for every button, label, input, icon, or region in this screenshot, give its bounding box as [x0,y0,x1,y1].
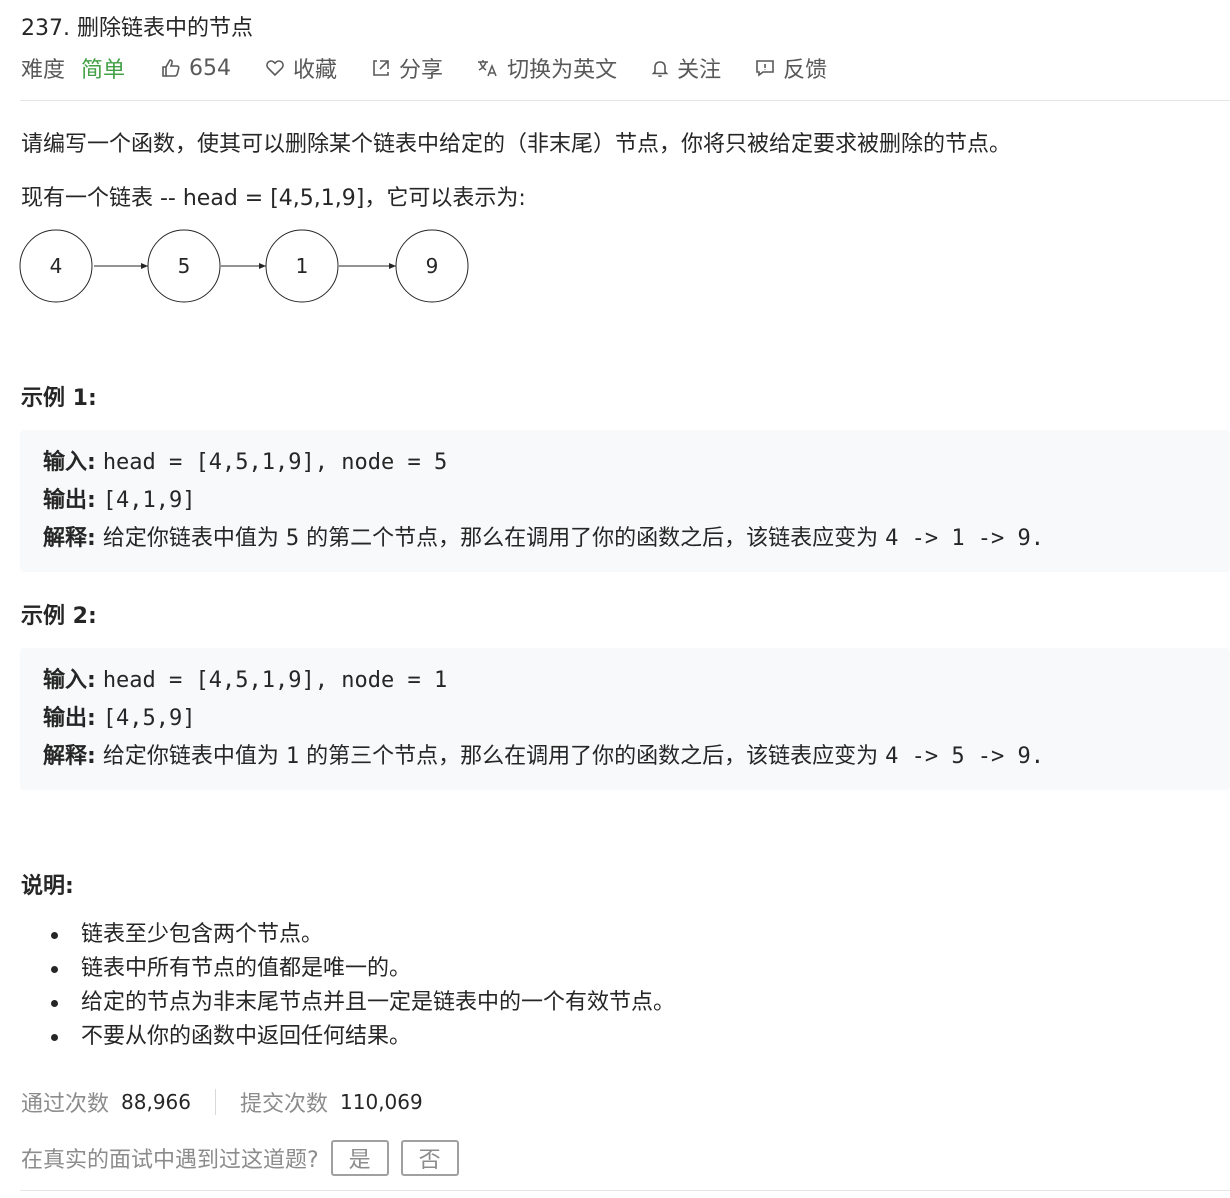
example-1-block: 输入: head = [4,5,1,9], node = 5 输出: [4,1,… [20,430,1230,572]
translate-icon [478,60,497,77]
explanation-value: 5 [285,526,300,551]
example-explanation-line: 解释: 给定你链表中值为 5 的第二个节点，那么在调用了你的函数之后，该链表应变… [43,520,1230,558]
switch-language-label: 切换为英文 [507,58,618,83]
interview-question-text: 在真实的面试中遇到过这道题? [21,1148,319,1173]
explanation-result: 4 -> 5 -> 9. [885,744,1045,769]
input-value: head = [4,5,1,9], node = 1 [102,668,448,693]
input-label: 输入: [43,450,96,475]
submitted-count: 110,069 [340,1090,423,1114]
interview-question: 在真实的面试中遇到过这道题? 是 否 [21,1140,459,1176]
explanation-text: 的第二个节点，那么在调用了你的函数之后，该链表应变为 [306,526,879,551]
explanation-result: 4 -> 1 -> 9. [885,526,1045,551]
example-2-block: 输入: head = [4,5,1,9], node = 1 输出: [4,5,… [20,648,1230,790]
input-value: head = [4,5,1,9], node = 5 [102,450,448,475]
notes-list: 链表至少包含两个节点。 链表中所有节点的值都是唯一的。 给定的节点为非末尾节点并… [21,918,675,1054]
explanation-text: 给定你链表中值为 [102,744,279,769]
example-input-line: 输入: head = [4,5,1,9], node = 1 [43,662,1230,700]
list-intro: 现有一个链表 -- head = [4,5,1,9]，它可以表示为: [21,186,526,211]
explanation-text: 的第三个节点，那么在调用了你的函数之后，该链表应变为 [306,744,879,769]
list-node-value: 4 [50,254,63,278]
example-input-line: 输入: head = [4,5,1,9], node = 5 [43,444,1230,482]
follow-button[interactable]: 关注 [651,52,721,84]
problem-title: 237. 删除链表中的节点 [21,16,253,41]
favorite-button[interactable]: 收藏 [265,52,337,84]
explanation-text: 给定你链表中值为 [102,526,279,551]
problem-toolbar: 难度 简单 654 收藏 分享 切换为英文 关注 反馈 [21,52,861,84]
example-output-line: 输出: [4,1,9] [43,482,1230,520]
like-count: 654 [189,55,232,81]
explanation-label: 解释: [43,744,96,769]
submission-stats: 通过次数 88,966 提交次数 110,069 [21,1086,423,1118]
thumbs-up-icon [162,59,180,77]
problem-description: 请编写一个函数，使其可以删除某个链表中给定的（非末尾）节点，你将只被给定要求被删… [21,132,1012,157]
difficulty-badge: 简单 [81,58,126,83]
feedback-button[interactable]: 反馈 [755,52,827,84]
output-value: [4,5,9] [102,706,196,731]
list-node-value: 5 [178,254,191,278]
submitted-label: 提交次数 [240,1092,329,1117]
share-button[interactable]: 分享 [371,52,443,84]
heart-icon [266,60,284,77]
output-label: 输出: [43,488,96,513]
favorite-label: 收藏 [293,58,338,83]
example-output-line: 输出: [4,5,9] [43,700,1230,738]
example-1-heading: 示例 1: [21,386,97,411]
feedback-icon [756,60,774,77]
list-item: 链表中所有节点的值都是唯一的。 [21,952,675,986]
explanation-label: 解释: [43,526,96,551]
linked-list-diagram: 4 5 1 9 [19,229,469,303]
stats-divider [215,1089,216,1115]
footer-divider [20,1190,1230,1191]
list-node-value: 9 [426,254,439,278]
switch-language-button[interactable]: 切换为英文 [477,52,617,84]
feedback-label: 反馈 [783,58,828,83]
share-label: 分享 [399,58,444,83]
output-label: 输出: [43,706,96,731]
list-item: 链表至少包含两个节点。 [21,918,675,952]
list-item: 给定的节点为非末尾节点并且一定是链表中的一个有效节点。 [21,986,675,1020]
accepted-count: 88,966 [121,1090,191,1114]
share-icon [373,60,389,76]
explanation-value: 1 [285,744,300,769]
accepted-label: 通过次数 [21,1092,110,1117]
example-explanation-line: 解释: 给定你链表中值为 1 的第三个节点，那么在调用了你的函数之后，该链表应变… [43,738,1230,776]
list-item: 不要从你的函数中返回任何结果。 [21,1020,675,1054]
list-node-value: 1 [296,254,309,278]
output-value: [4,1,9] [102,488,196,513]
no-button[interactable]: 否 [400,1140,459,1176]
bell-icon [651,61,669,78]
like-button[interactable]: 654 [161,56,231,81]
input-label: 输入: [43,668,96,693]
difficulty-label: 难度 [21,58,66,83]
follow-label: 关注 [677,58,722,83]
example-2-heading: 示例 2: [21,604,97,629]
yes-button[interactable]: 是 [330,1140,389,1176]
notes-heading: 说明: [21,874,74,899]
problem-page: 237. 删除链表中的节点 难度 简单 654 收藏 分享 切换为英文 关注 反… [0,0,1230,1198]
header-divider [20,100,1230,101]
